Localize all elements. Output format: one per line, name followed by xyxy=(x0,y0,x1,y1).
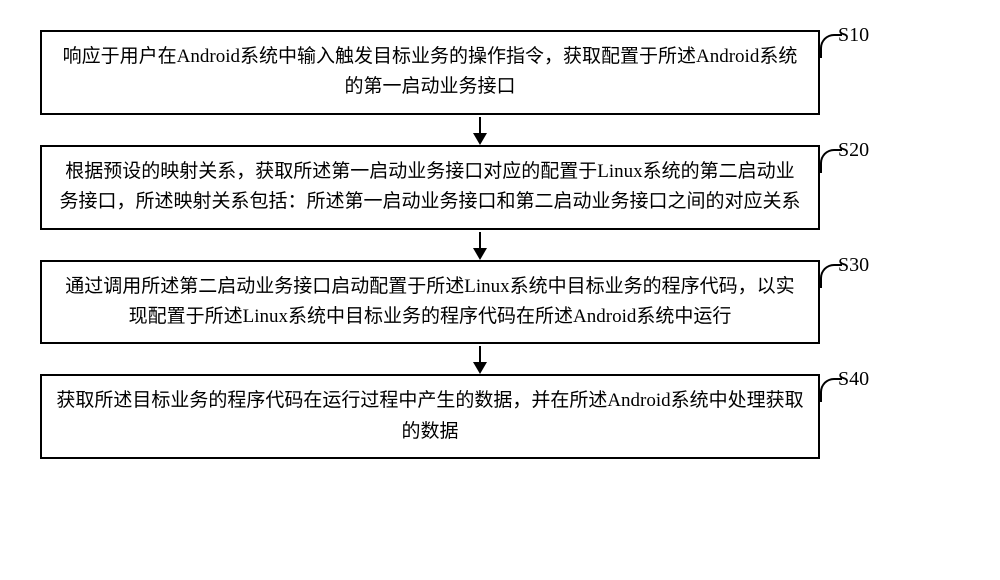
step-text: 根据预设的映射关系，获取所述第一启动业务接口对应的配置于Linux系统的第二启动… xyxy=(59,161,800,212)
flowchart: 响应于用户在Android系统中输入触发目标业务的操作指令，获取配置于所述And… xyxy=(40,30,920,459)
connector-curve xyxy=(820,34,842,58)
step-box-s40: 获取所述目标业务的程序代码在运行过程中产生的数据，并在所述Android系统中处… xyxy=(40,374,820,459)
arrow-down-icon xyxy=(479,232,481,258)
step-row-s30: 通过调用所述第二启动业务接口启动配置于所述Linux系统中目标业务的程序代码，以… xyxy=(40,260,920,345)
step-label-text: S30 xyxy=(838,254,869,276)
step-label-s10: S10 xyxy=(838,24,869,47)
step-label-s40: S40 xyxy=(838,368,869,391)
step-row-s40: 获取所述目标业务的程序代码在运行过程中产生的数据，并在所述Android系统中处… xyxy=(40,374,920,459)
step-text: 通过调用所述第二启动业务接口启动配置于所述Linux系统中目标业务的程序代码，以… xyxy=(65,276,794,327)
step-row-s20: 根据预设的映射关系，获取所述第一启动业务接口对应的配置于Linux系统的第二启动… xyxy=(40,145,920,230)
arrow-down-icon xyxy=(479,346,481,372)
step-box-s20: 根据预设的映射关系，获取所述第一启动业务接口对应的配置于Linux系统的第二启动… xyxy=(40,145,820,230)
connector-curve xyxy=(820,264,842,288)
step-label-text: S10 xyxy=(838,24,869,46)
step-text: 响应于用户在Android系统中输入触发目标业务的操作指令，获取配置于所述And… xyxy=(63,46,798,97)
step-label-text: S20 xyxy=(838,139,869,161)
arrow-down-icon xyxy=(479,117,481,143)
step-label-s30: S30 xyxy=(838,254,869,277)
step-row-s10: 响应于用户在Android系统中输入触发目标业务的操作指令，获取配置于所述And… xyxy=(40,30,920,115)
step-box-s30: 通过调用所述第二启动业务接口启动配置于所述Linux系统中目标业务的程序代码，以… xyxy=(40,260,820,345)
step-label-text: S40 xyxy=(838,368,869,390)
arrow-wrap xyxy=(90,230,870,260)
step-label-s20: S20 xyxy=(838,139,869,162)
step-box-s10: 响应于用户在Android系统中输入触发目标业务的操作指令，获取配置于所述And… xyxy=(40,30,820,115)
arrow-wrap xyxy=(90,344,870,374)
connector-curve xyxy=(820,149,842,173)
connector-curve xyxy=(820,378,842,402)
arrow-wrap xyxy=(90,115,870,145)
step-text: 获取所述目标业务的程序代码在运行过程中产生的数据，并在所述Android系统中处… xyxy=(56,390,803,441)
